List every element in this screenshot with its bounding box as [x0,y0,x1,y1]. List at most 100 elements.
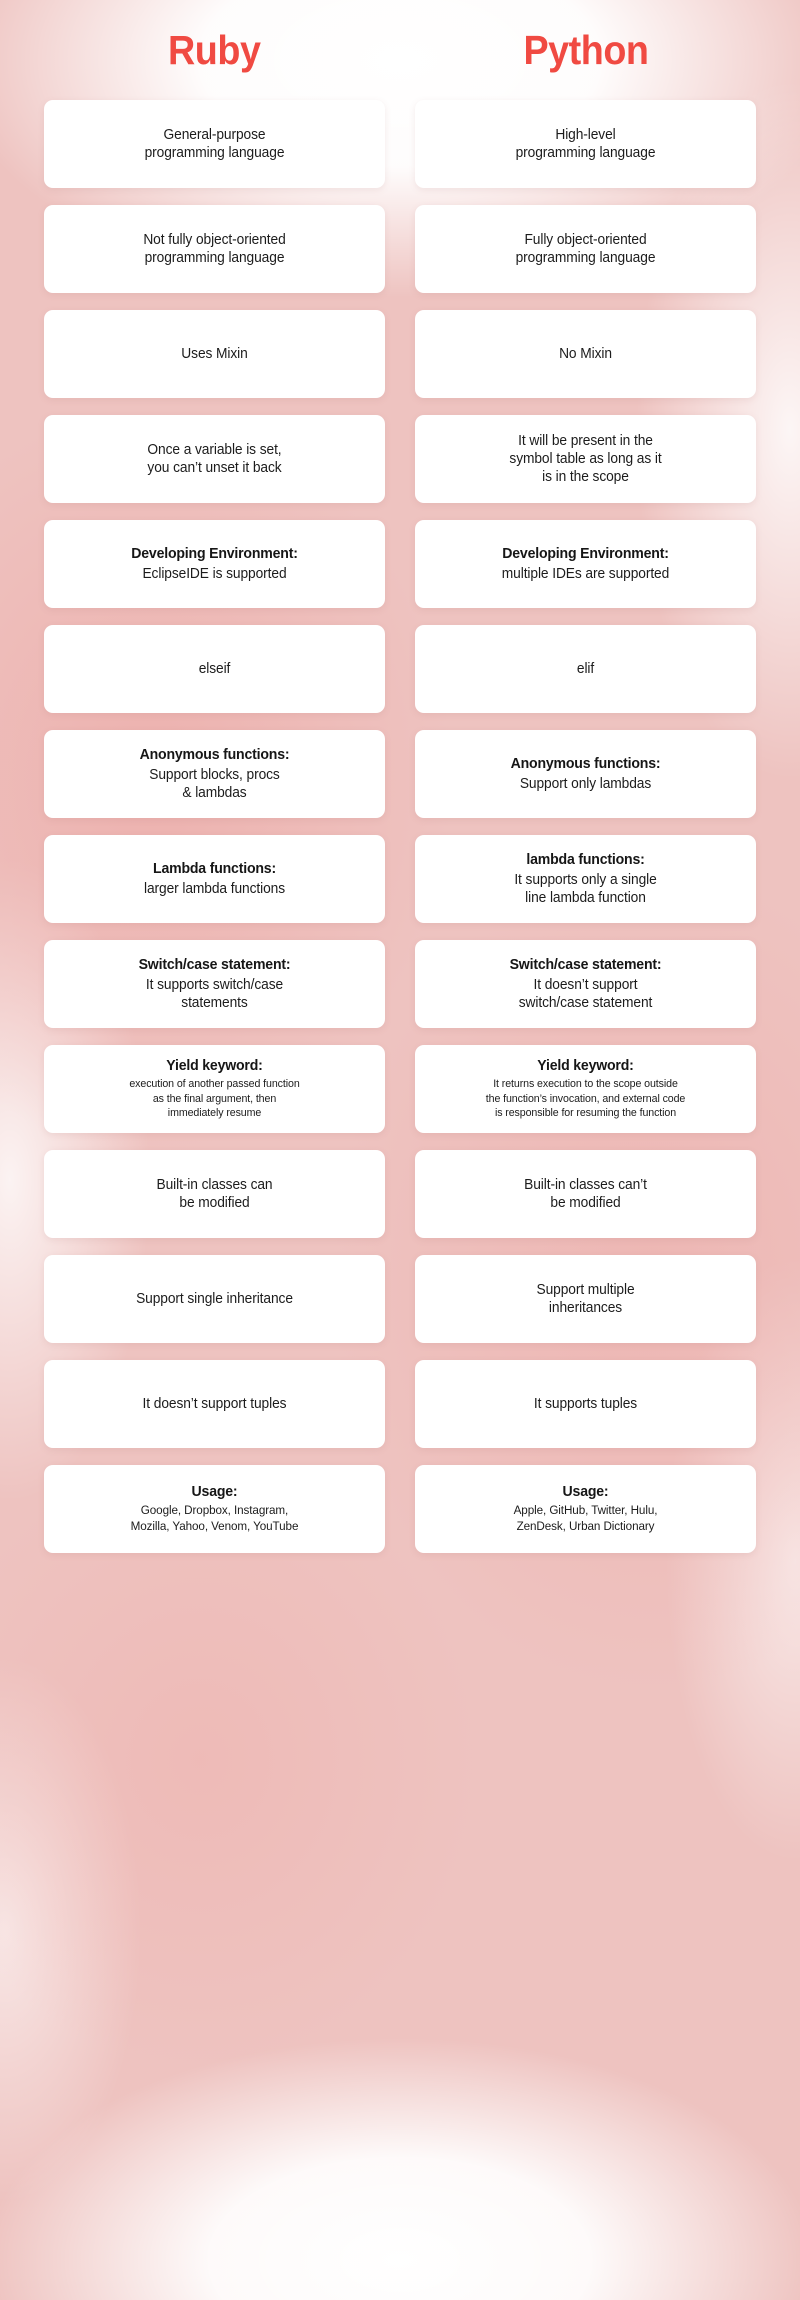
cell-body: elif [576,660,595,677]
cell-content: Developing Environment: multiple IDEs are… [427,545,744,584]
cell-heading: Anonymous functions: [139,745,290,763]
cell-heading: lambda functions: [526,850,645,868]
comparison-cell-left: General-purpose programming language [44,100,385,188]
cell-content: Anonymous functions: Support blocks, proc… [56,746,373,803]
comparison-row: Usage: Google, Dropbox, Instagram, Mozilla… [44,1465,756,1553]
comparison-cell-left: Developing Environment: EclipseIDE is sup… [44,520,385,608]
cell-heading: Usage: [562,1482,609,1500]
cell-body: Support single inheritance [136,1290,293,1307]
comparison-row: It doesn’t support tuples It supports tup… [44,1360,756,1448]
comparison-row: Not fully object-oriented programming lan… [44,205,756,293]
cell-content: elif [427,660,744,678]
cell-body: Support only lambdas [519,776,652,793]
cell-body: General-purpose programming language [144,126,285,161]
cell-content: Yield keyword: execution of another passe… [56,1057,373,1121]
python-header-column: Python [415,26,756,73]
comparison-cell-right: elif [415,625,756,713]
cell-content: Yield keyword: It returns execution to th… [427,1057,744,1121]
cell-body: Uses Mixin [181,345,248,362]
comparison-cell-left: Once a variable is set, you can’t unset i… [44,415,385,503]
cell-body: Built-in classes can be modified [156,1176,273,1211]
cell-body: It returns execution to the scope outsid… [485,1078,686,1120]
comparison-cell-left: Usage: Google, Dropbox, Instagram, Mozilla… [44,1465,385,1553]
comparison-cell-left: Lambda functions: larger lambda functions [44,835,385,923]
cell-content: Usage: Google, Dropbox, Instagram, Mozilla… [56,1483,373,1535]
cell-body: It will be present in the symbol table as… [509,432,662,486]
ruby-header-column: Ruby [44,26,385,73]
comparison-cell-right: Fully object-oriented programming languag… [415,205,756,293]
cell-body: It supports tuples [533,1395,638,1412]
cell-body: Support blocks, procs & lambdas [149,766,280,802]
cell-content: Anonymous functions: Support only lambdas [427,755,744,794]
comparison-row: Built-in classes can be modified Built-in … [44,1150,756,1238]
cell-content: It doesn’t support tuples [56,1395,373,1413]
cell-content: Fully object-oriented programming languag… [427,231,744,268]
cell-body: Google, Dropbox, Instagram, Mozilla, Yaho… [130,1503,299,1534]
comparison-cell-right: No Mixin [415,310,756,398]
cell-content: Switch/case statement: It doesn’t support… [427,956,744,1013]
cell-content: Usage: Apple, GitHub, Twitter, Hulu, ZenDe… [427,1483,744,1535]
cell-body: elseif [198,660,231,677]
python-title: Python [522,26,649,73]
cell-heading: Switch/case statement: [138,955,291,973]
cell-content: General-purpose programming language [56,126,373,163]
comparison-cell-right: Built-in classes can’t be modified [415,1150,756,1238]
comparison-cell-left: Built-in classes can be modified [44,1150,385,1238]
cell-content: lambda functions: It supports only a sing… [427,851,744,908]
comparison-cell-left: Anonymous functions: Support blocks, proc… [44,730,385,818]
cell-heading: Yield keyword: [537,1057,634,1074]
comparison-cell-right: lambda functions: It supports only a sing… [415,835,756,923]
cell-content: elseif [56,660,373,678]
comparison-cell-right: Switch/case statement: It doesn’t support… [415,940,756,1028]
comparison-row: Developing Environment: EclipseIDE is sup… [44,520,756,608]
comparison-row: Once a variable is set, you can’t unset i… [44,415,756,503]
comparison-row: General-purpose programming language High-… [44,100,756,188]
cell-heading: Anonymous functions: [510,754,661,772]
comparison-infographic: Ruby Python General-purpose programming l… [0,0,800,2300]
cell-body: Once a variable is set, you can’t unset i… [147,441,282,476]
cell-content: It will be present in the symbol table as… [427,432,744,487]
cell-heading: Switch/case statement: [509,955,662,973]
cell-body: It doesn’t support tuples [142,1395,287,1412]
cell-content: Support single inheritance [56,1290,373,1308]
cell-body: Built-in classes can’t be modified [524,1176,647,1211]
comparison-cell-right: Anonymous functions: Support only lambdas [415,730,756,818]
cell-body: EclipseIDE is supported [142,566,287,583]
cell-heading: Lambda functions: [153,859,276,877]
cell-content: Built-in classes can’t be modified [427,1176,744,1213]
cell-heading: Usage: [191,1482,238,1500]
cell-heading: Developing Environment: [502,544,669,562]
comparison-row: Yield keyword: execution of another passe… [44,1045,756,1133]
comparison-row: Support single inheritance Support multip… [44,1255,756,1343]
comparison-row: Switch/case statement: It supports switch… [44,940,756,1028]
cell-heading: Yield keyword: [166,1057,263,1074]
cell-content: Not fully object-oriented programming lan… [56,231,373,268]
cell-content: Built-in classes can be modified [56,1176,373,1213]
comparison-cell-left: It doesn’t support tuples [44,1360,385,1448]
comparison-cell-left: Uses Mixin [44,310,385,398]
cell-heading: Developing Environment: [131,544,298,562]
comparison-cell-right: Yield keyword: It returns execution to th… [415,1045,756,1133]
cell-content: It supports tuples [427,1395,744,1413]
ruby-title: Ruby [168,26,261,73]
cell-body: It supports switch/case statements [145,976,284,1012]
cell-body: larger lambda functions [143,881,285,898]
comparison-cell-right: It supports tuples [415,1360,756,1448]
comparison-cell-right: Support multiple inheritances [415,1255,756,1343]
comparison-cell-left: Not fully object-oriented programming lan… [44,205,385,293]
comparison-cell-left: Support single inheritance [44,1255,385,1343]
cell-content: No Mixin [427,345,744,363]
comparison-row: Uses Mixin No Mixin [44,310,756,398]
cell-content: Uses Mixin [56,345,373,363]
cell-body: Apple, GitHub, Twitter, Hulu, ZenDesk, Ur… [513,1503,658,1534]
comparison-cell-left: elseif [44,625,385,713]
comparison-row: elseif elif [44,625,756,713]
comparison-row: Anonymous functions: Support blocks, proc… [44,730,756,818]
cell-body: No Mixin [559,345,612,362]
comparison-cell-left: Switch/case statement: It supports switch… [44,940,385,1028]
cell-content: Switch/case statement: It supports switch… [56,956,373,1013]
comparison-cell-right: High-level programming language [415,100,756,188]
cell-content: Support multiple inheritances [427,1281,744,1318]
cell-content: Once a variable is set, you can’t unset i… [56,441,373,478]
comparison-cell-right: Developing Environment: multiple IDEs are… [415,520,756,608]
